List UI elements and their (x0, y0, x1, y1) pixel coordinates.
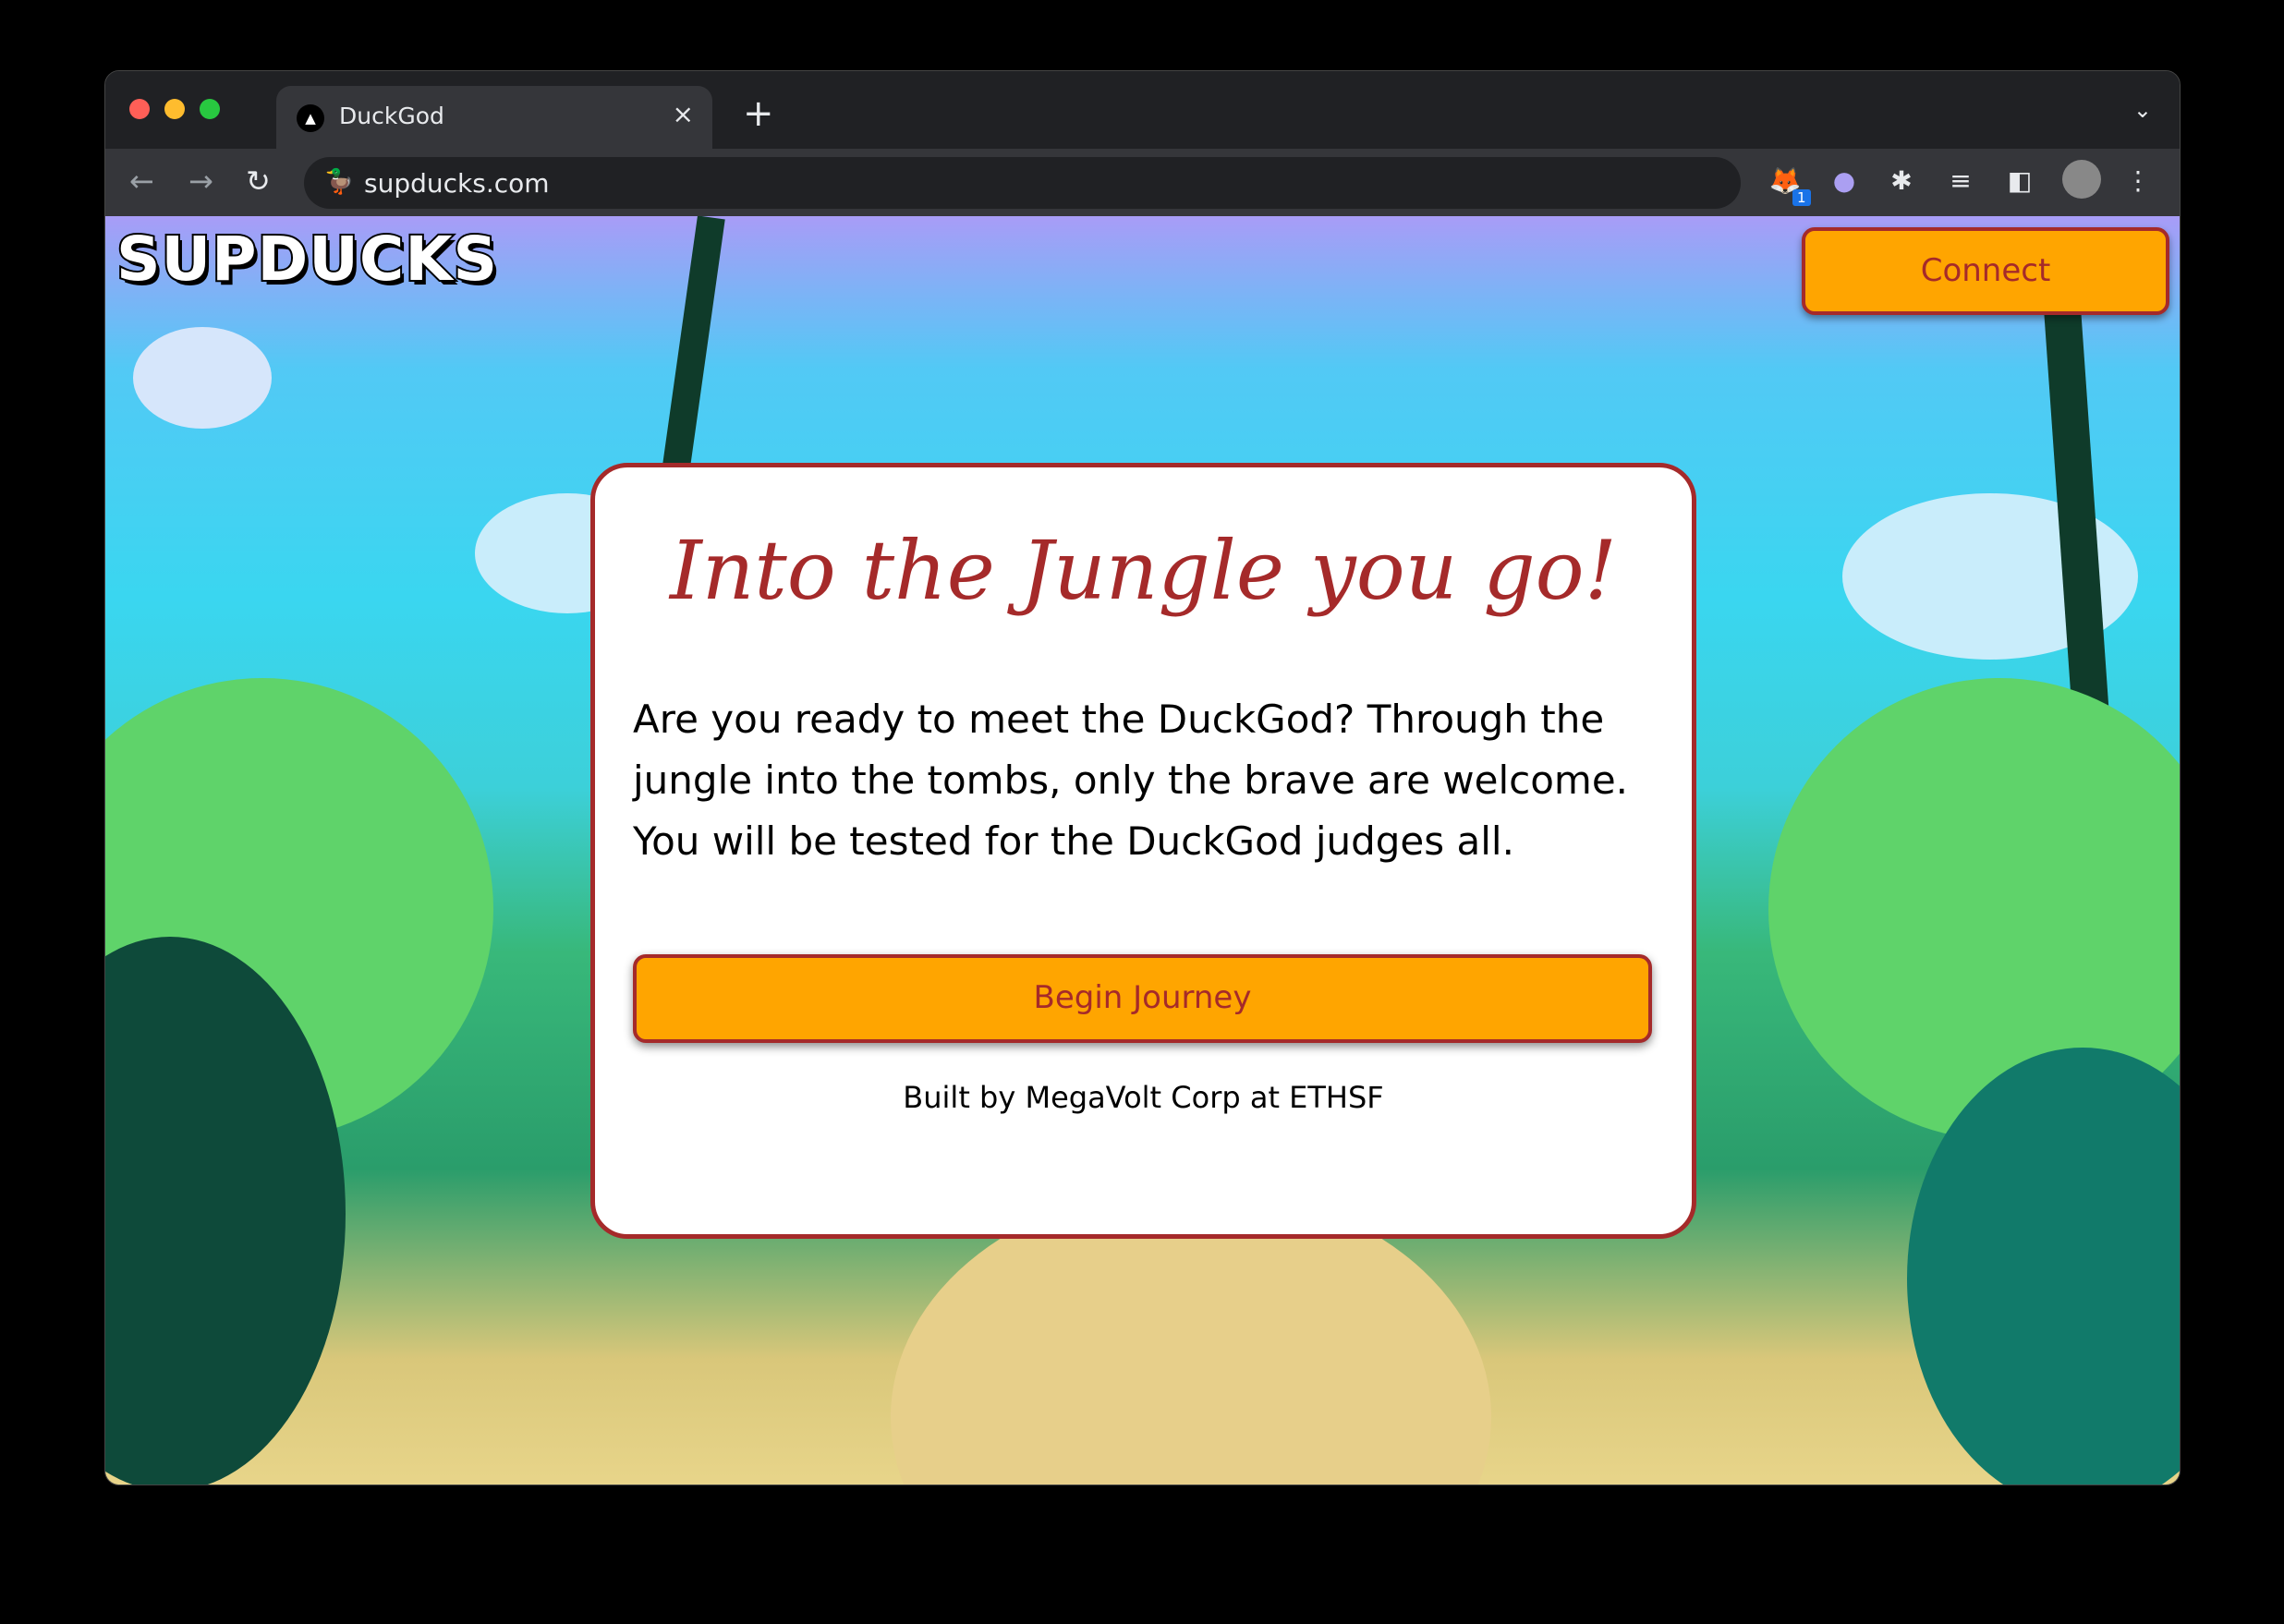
side-panel-icon[interactable]: ◧ (2003, 165, 2036, 196)
address-bar[interactable]: 🦆 supducks.com (304, 157, 1741, 209)
page-title: Into the Jungle you go! (669, 523, 1618, 618)
extension-badge: 1 (1792, 189, 1811, 206)
vine (659, 216, 725, 494)
jungle-background: SUPDUCKS Connect Into the Jungle you go!… (105, 216, 2180, 1485)
tab-title: DuckGod (339, 103, 444, 129)
extensions-puzzle-icon[interactable]: ✱ (1885, 165, 1918, 196)
intro-card: Into the Jungle you go! Are you ready to… (590, 463, 1696, 1239)
site-favicon: 🦆 (324, 168, 355, 196)
kebab-menu-icon[interactable]: ⋮ (2121, 165, 2155, 196)
supducks-logo[interactable]: SUPDUCKS (115, 222, 499, 297)
tab-search-chevron-icon[interactable]: ⌄ (2133, 97, 2152, 123)
reload-icon[interactable]: ↻ (246, 164, 271, 199)
minimize-window-button[interactable] (164, 99, 185, 119)
zoom-window-button[interactable] (200, 99, 220, 119)
close-window-button[interactable] (129, 99, 150, 119)
tab-favicon-icon: ▲ (297, 104, 324, 132)
connect-button[interactable]: Connect (1802, 227, 2169, 315)
url-text[interactable]: supducks.com (364, 168, 550, 199)
back-icon[interactable]: ← (129, 164, 154, 199)
forward-icon[interactable]: → (188, 164, 213, 199)
browser-window: ▲ DuckGod × + ⌄ ← → ↻ 🦆 supducks.com 🦊 1… (104, 70, 2181, 1485)
new-tab-button[interactable]: + (743, 95, 774, 132)
intro-text: Are you ready to meet the DuckGod? Throu… (633, 697, 1629, 864)
cloud (133, 327, 272, 429)
profile-avatar[interactable] (2062, 160, 2101, 199)
credits-text: Built by MegaVolt Corp at ETHSF (903, 1080, 1384, 1115)
begin-journey-button[interactable]: Begin Journey (633, 954, 1652, 1043)
tab-bar: ▲ DuckGod × + ⌄ (105, 71, 2180, 149)
phantom-icon[interactable]: ● (1828, 165, 1861, 196)
tab-duckgod[interactable]: ▲ DuckGod × (276, 86, 712, 149)
close-tab-icon[interactable]: × (673, 99, 694, 129)
media-queue-icon[interactable]: ≡ (1944, 165, 1977, 196)
toolbar: ← → ↻ 🦆 supducks.com 🦊 1 ● ✱ ≡ ◧ ⋮ (105, 149, 2180, 216)
